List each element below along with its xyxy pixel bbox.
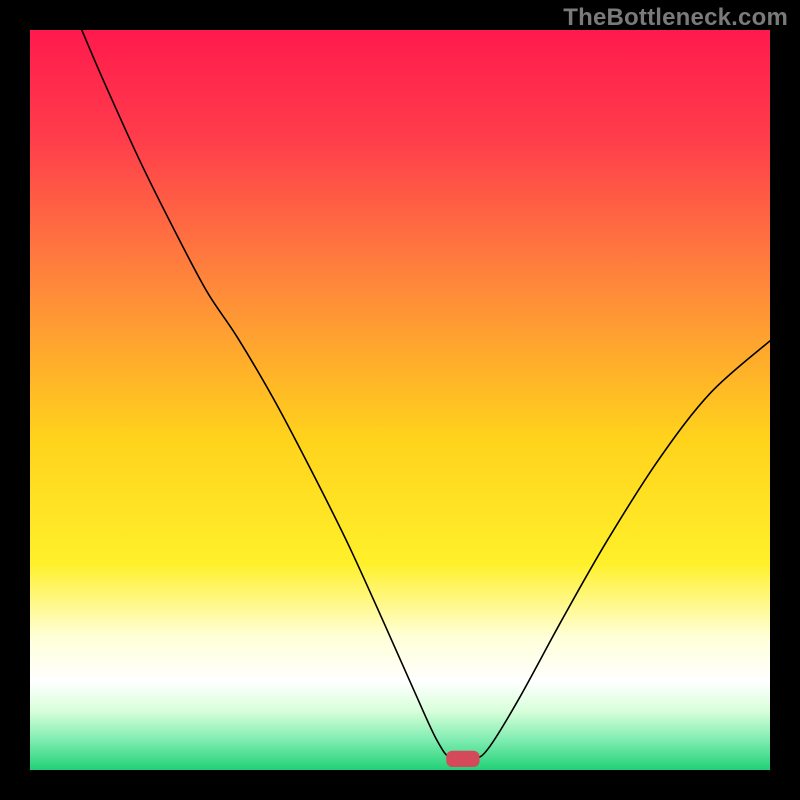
watermark-text: TheBottleneck.com [563, 4, 788, 32]
plot-area [30, 30, 770, 770]
chart-frame: TheBottleneck.com [0, 0, 800, 800]
chart-svg [30, 30, 770, 770]
optimal-marker [446, 751, 479, 767]
